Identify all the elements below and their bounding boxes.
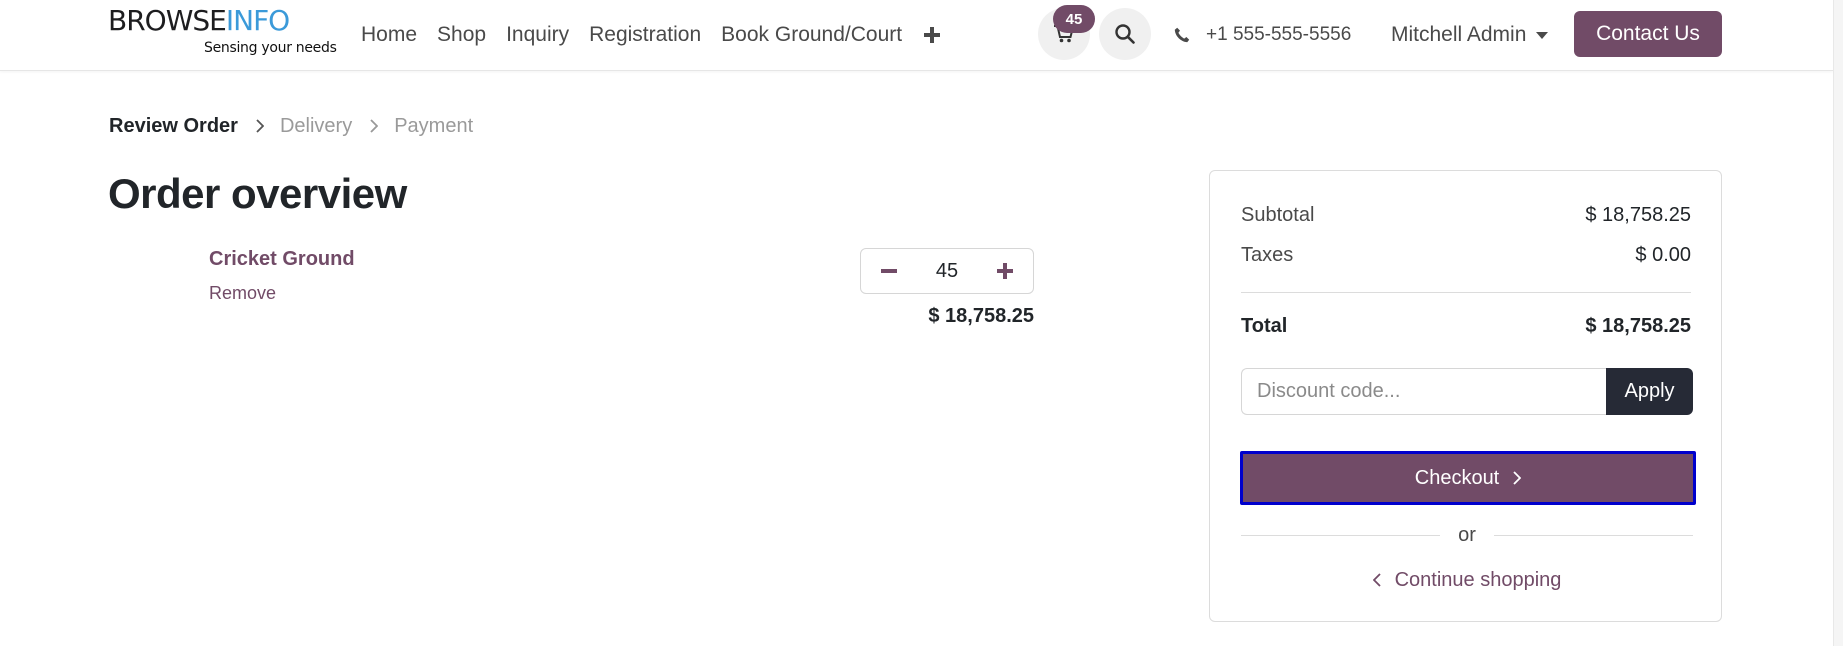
cart-count-badge: 45 (1053, 5, 1095, 33)
discount-code-input[interactable] (1241, 368, 1606, 415)
taxes-row: Taxes $ 0.00 (1241, 244, 1691, 267)
main-nav: Home Shop Inquiry Registration Book Grou… (361, 20, 942, 50)
logo-wordmark: BROWSEINFO (108, 4, 290, 37)
user-name: Mitchell Admin (1391, 23, 1527, 46)
nav-item-book-ground[interactable]: Book Ground/Court (721, 23, 902, 47)
step-review-order: Review Order (109, 114, 238, 137)
page-scrollbar[interactable] (1833, 0, 1843, 646)
nav-item-home[interactable]: Home (361, 23, 417, 47)
checkout-button[interactable]: Checkout (1240, 451, 1696, 505)
logo-tagline: Sensing your needs (204, 40, 337, 56)
chevron-right-icon (1513, 471, 1522, 485)
subtotal-row: Subtotal $ 18,758.25 (1241, 204, 1691, 227)
apply-discount-button[interactable]: Apply (1606, 368, 1693, 415)
logo-part-1: BROWSE (108, 4, 227, 37)
product-link[interactable]: Cricket Ground (209, 248, 355, 271)
site-logo[interactable]: BROWSEINFO Sensing your needs (108, 4, 337, 62)
total-row: Total $ 18,758.25 (1241, 315, 1691, 338)
total-label: Total (1241, 315, 1288, 337)
nav-more-button[interactable] (922, 25, 942, 45)
logo-part-2: INFO (225, 4, 290, 37)
or-text: or (1458, 523, 1476, 546)
continue-shopping-link[interactable]: Continue shopping (1241, 566, 1693, 594)
taxes-label: Taxes (1241, 244, 1294, 266)
search-button[interactable] (1099, 8, 1151, 60)
step-delivery: Delivery (279, 114, 353, 137)
or-line-right (1493, 534, 1694, 536)
step-payment: Payment (394, 114, 474, 137)
caret-down-icon (1536, 31, 1549, 39)
quantity-input[interactable] (917, 249, 977, 293)
remove-link[interactable]: Remove (209, 283, 276, 304)
summary-divider (1241, 292, 1691, 293)
chevron-left-icon (1372, 573, 1381, 587)
continue-shopping-label: Continue shopping (1394, 568, 1562, 591)
plus-icon (997, 263, 1013, 279)
phone-icon (1174, 27, 1190, 43)
chevron-right-icon (256, 119, 264, 133)
or-separator: or (1241, 522, 1694, 548)
nav-item-registration[interactable]: Registration (589, 23, 701, 47)
minus-icon (881, 269, 897, 273)
user-menu[interactable]: Mitchell Admin (1391, 20, 1549, 50)
site-header: BROWSEINFO Sensing your needs Home Shop … (0, 0, 1833, 71)
nav-item-shop[interactable]: Shop (437, 23, 486, 47)
order-summary-card: Subtotal $ 18,758.25 Taxes $ 0.00 Total … (1209, 170, 1722, 622)
plus-icon (924, 27, 941, 43)
nav-item-inquiry[interactable]: Inquiry (506, 23, 569, 47)
increase-quantity-button[interactable] (977, 249, 1033, 293)
discount-form: Apply (1241, 368, 1693, 415)
search-icon (1115, 24, 1135, 44)
page-title: Order overview (108, 170, 407, 217)
subtotal-value: $ 18,758.25 (1585, 204, 1691, 226)
quantity-stepper (860, 248, 1034, 294)
phone-number: +1 555-555-5556 (1206, 24, 1352, 45)
taxes-value: $ 0.00 (1635, 244, 1691, 266)
total-value: $ 18,758.25 (1585, 315, 1691, 337)
or-line-left (1241, 534, 1441, 536)
decrease-quantity-button[interactable] (861, 249, 917, 293)
chevron-right-icon (370, 119, 379, 133)
subtotal-label: Subtotal (1241, 204, 1315, 226)
phone-link[interactable]: +1 555-555-5556 (1174, 20, 1351, 50)
checkout-label: Checkout (1414, 466, 1500, 489)
contact-us-button[interactable]: Contact Us (1574, 11, 1722, 57)
line-price: $ 18,758.25 (928, 305, 1034, 327)
checkout-steps: Review Order Delivery Payment (109, 113, 473, 139)
